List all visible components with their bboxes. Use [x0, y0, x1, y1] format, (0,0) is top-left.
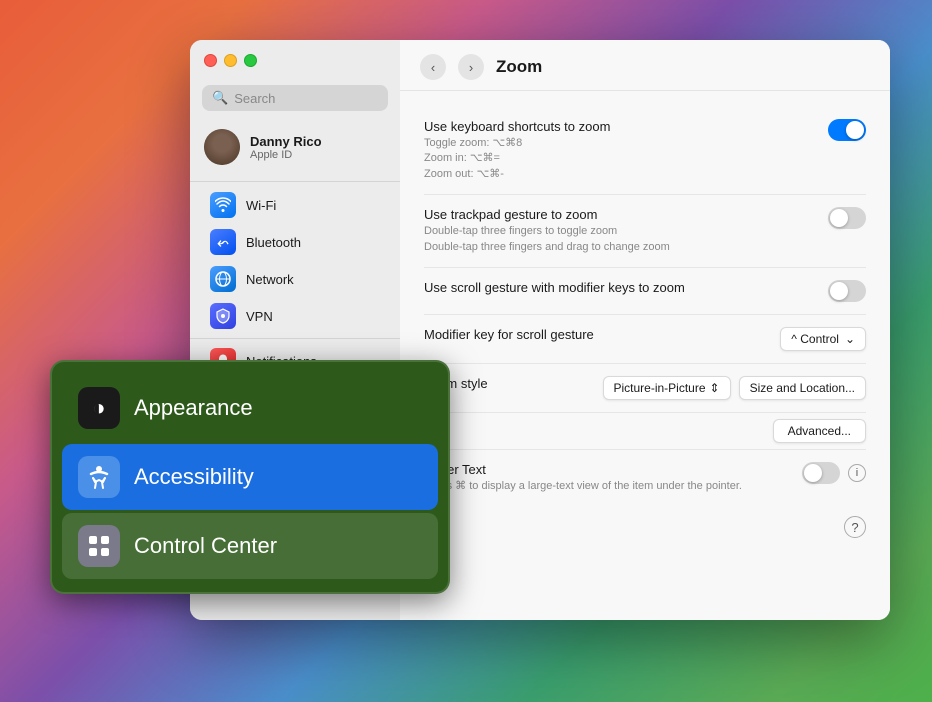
- page-title: Zoom: [496, 57, 542, 77]
- dropdown-chevron-icon: ⌄: [845, 332, 855, 346]
- window-traffic-lights: [204, 54, 257, 67]
- avatar: [204, 129, 240, 165]
- setting-control: [828, 119, 866, 141]
- hover-text-setting: Hover Text Press ⌘ to display a large-te…: [424, 449, 866, 506]
- sidebar-item-bluetooth[interactable]: ⬿ Bluetooth: [196, 224, 394, 260]
- content-body: Use keyboard shortcuts to zoom Toggle zo…: [400, 91, 890, 620]
- setting-sub: Toggle zoom: ⌥⌘8Zoom in: ⌥⌘=Zoom out: ⌥⌘…: [424, 136, 812, 182]
- user-subtitle: Apple ID: [250, 149, 322, 161]
- setting-control: [828, 207, 866, 229]
- sidebar-label-wifi: Wi-Fi: [246, 198, 276, 213]
- setting-label: Use scroll gesture with modifier keys to…: [424, 280, 812, 295]
- setting-keyboard-shortcuts: Use keyboard shortcuts to zoom Toggle zo…: [424, 107, 866, 195]
- setting-control: [828, 280, 866, 302]
- setting-title: Use keyboard shortcuts to zoom: [424, 119, 812, 134]
- setting-sub: Double-tap three fingers to toggle zoomD…: [424, 224, 812, 255]
- user-profile[interactable]: Danny Rico Apple ID: [190, 121, 400, 177]
- setting-modifier-key: Modifier key for scroll gesture ^ Contro…: [424, 315, 866, 364]
- sidebar-item-vpn[interactable]: VPN: [196, 298, 394, 334]
- sidebar-label-bluetooth: Bluetooth: [246, 235, 301, 250]
- main-content: ‹ › Zoom Use keyboard shortcuts to zoom …: [400, 40, 890, 620]
- setting-label: Use keyboard shortcuts to zoom Toggle zo…: [424, 119, 812, 182]
- wifi-icon: [210, 192, 236, 218]
- help-btn-wrap: ?: [424, 506, 866, 548]
- dropdown-value: ^ Control: [791, 332, 839, 346]
- sidebar-item-wifi[interactable]: Wi-Fi: [196, 187, 394, 223]
- toggle-knob: [804, 464, 822, 482]
- scroll-gesture-toggle[interactable]: [828, 280, 866, 302]
- zoomed-item-appearance[interactable]: ◑ Appearance: [62, 375, 438, 441]
- toggle-knob: [846, 121, 864, 139]
- vpn-icon: [210, 303, 236, 329]
- toggle-knob: [830, 209, 848, 227]
- zoomed-item-control-center[interactable]: Control Center: [62, 513, 438, 579]
- zoom-style-chevrons: ⇕: [710, 381, 720, 395]
- advanced-button[interactable]: Advanced...: [773, 419, 866, 443]
- appearance-label: Appearance: [134, 395, 253, 421]
- back-button[interactable]: ‹: [420, 54, 446, 80]
- zoomed-popup: ◑ Appearance Accessibility Control Cente: [50, 360, 450, 594]
- zoom-style-value: Picture-in-Picture: [614, 381, 706, 395]
- search-box[interactable]: 🔍 Search: [202, 85, 388, 111]
- setting-label: Use trackpad gesture to zoom Double-tap …: [424, 207, 812, 255]
- network-icon: [210, 266, 236, 292]
- setting-title: Modifier key for scroll gesture: [424, 327, 764, 342]
- accessibility-label: Accessibility: [134, 464, 254, 490]
- size-location-button[interactable]: Size and Location...: [739, 376, 866, 400]
- zoom-style-control: Picture-in-Picture ⇕ Size and Location..…: [603, 376, 867, 400]
- search-icon: 🔍: [212, 90, 228, 106]
- user-info: Danny Rico Apple ID: [250, 134, 322, 161]
- control-center-icon: [78, 525, 120, 567]
- hover-text-title: Hover Text: [424, 462, 786, 477]
- hover-text-sub: Press ⌘ to display a large-text view of …: [424, 479, 786, 494]
- setting-scroll-gesture: Use scroll gesture with modifier keys to…: [424, 268, 866, 315]
- control-center-label: Control Center: [134, 533, 277, 559]
- accessibility-icon: [78, 456, 120, 498]
- appearance-icon: ◑: [78, 387, 120, 429]
- hover-text-info-button[interactable]: i: [848, 464, 866, 482]
- sidebar-item-network[interactable]: Network: [196, 261, 394, 297]
- hover-text-label: Hover Text Press ⌘ to display a large-te…: [424, 462, 786, 494]
- zoom-style-dropdown[interactable]: Picture-in-Picture ⇕: [603, 376, 731, 400]
- close-button[interactable]: [204, 54, 217, 67]
- toggle-knob: [830, 282, 848, 300]
- content-header: ‹ › Zoom: [400, 40, 890, 91]
- setting-trackpad-gesture: Use trackpad gesture to zoom Double-tap …: [424, 195, 866, 268]
- advanced-btn-row: Advanced...: [424, 413, 866, 449]
- bluetooth-icon: ⬿: [210, 229, 236, 255]
- user-name: Danny Rico: [250, 134, 322, 149]
- hover-text-control: i: [802, 462, 866, 484]
- hover-text-toggle[interactable]: [802, 462, 840, 484]
- search-placeholder: Search: [234, 91, 275, 106]
- setting-control: ^ Control ⌄: [780, 327, 866, 351]
- setting-zoom-style: Zoom style Picture-in-Picture ⇕ Size and…: [424, 364, 866, 413]
- trackpad-gesture-toggle[interactable]: [828, 207, 866, 229]
- sidebar-label-network: Network: [246, 272, 294, 287]
- sidebar-divider-2: [190, 338, 400, 339]
- forward-button[interactable]: ›: [458, 54, 484, 80]
- modifier-key-dropdown[interactable]: ^ Control ⌄: [780, 327, 866, 351]
- sidebar-divider: [190, 181, 400, 182]
- minimize-button[interactable]: [224, 54, 237, 67]
- setting-title: Use trackpad gesture to zoom: [424, 207, 812, 222]
- setting-title: Use scroll gesture with modifier keys to…: [424, 280, 812, 295]
- maximize-button[interactable]: [244, 54, 257, 67]
- zoomed-item-accessibility[interactable]: Accessibility: [62, 444, 438, 510]
- help-button[interactable]: ?: [844, 516, 866, 538]
- sidebar-label-vpn: VPN: [246, 309, 273, 324]
- setting-label: Modifier key for scroll gesture: [424, 327, 764, 342]
- keyboard-shortcuts-toggle[interactable]: [828, 119, 866, 141]
